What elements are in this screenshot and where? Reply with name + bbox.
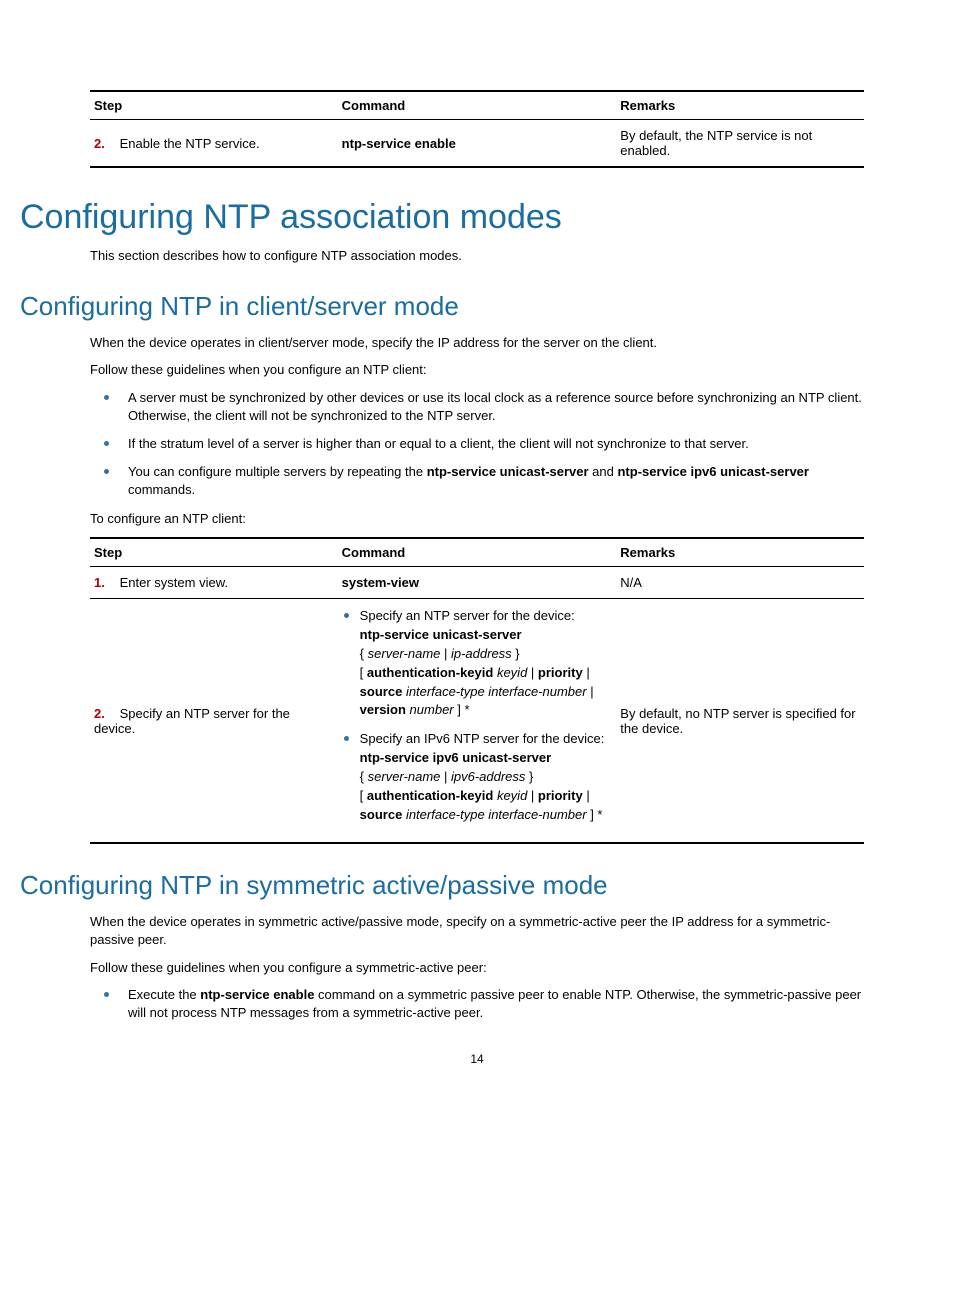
step-number: 2. (94, 136, 116, 151)
table-enable-ntp: Step Command Remarks 2. Enable the NTP s… (90, 90, 864, 168)
page-number: 14 (90, 1052, 864, 1066)
list-item: You can configure multiple servers by re… (90, 463, 864, 499)
cmd-text: system-view (342, 575, 419, 590)
heading-2: Configuring NTP in client/server mode (20, 291, 864, 322)
list-item: Specify an IPv6 NTP server for the devic… (342, 730, 613, 824)
table-ntp-client: Step Command Remarks 1. Enter system vie… (90, 537, 864, 844)
th-remarks: Remarks (616, 91, 864, 120)
page: Step Command Remarks 2. Enable the NTP s… (0, 0, 954, 1106)
paragraph: When the device operates in symmetric ac… (90, 913, 864, 948)
paragraph: Follow these guidelines when you configu… (90, 959, 864, 977)
list-item: Execute the ntp-service enable command o… (90, 986, 864, 1022)
remarks-text: N/A (616, 567, 864, 599)
paragraph: When the device operates in client/serve… (90, 334, 864, 352)
list-item: A server must be synchronized by other d… (90, 389, 864, 425)
paragraph: To configure an NTP client: (90, 510, 864, 528)
cmd-text: ntp-service enable (342, 136, 456, 151)
list-item: If the stratum level of a server is high… (90, 435, 864, 453)
bullet-list: Execute the ntp-service enable command o… (90, 986, 864, 1022)
step-text: Specify an NTP server for the device. (94, 706, 290, 736)
paragraph: This section describes how to configure … (90, 247, 864, 265)
remarks-text: By default, no NTP server is specified f… (616, 599, 864, 844)
step-number: 1. (94, 575, 116, 590)
cmd-cell: Specify an NTP server for the device: nt… (338, 599, 617, 844)
remarks-text: By default, the NTP service is not enabl… (616, 120, 864, 168)
th-command: Command (338, 91, 617, 120)
bullet-list: A server must be synchronized by other d… (90, 389, 864, 500)
list-item: Specify an NTP server for the device: nt… (342, 607, 613, 720)
step-number: 2. (94, 706, 116, 721)
th-step: Step (90, 91, 338, 120)
heading-1: Configuring NTP association modes (20, 198, 864, 237)
heading-2: Configuring NTP in symmetric active/pass… (20, 870, 864, 901)
th-remarks: Remarks (616, 538, 864, 567)
paragraph: Follow these guidelines when you configu… (90, 361, 864, 379)
th-command: Command (338, 538, 617, 567)
table-row: 1. Enter system view. system-view N/A (90, 567, 864, 599)
th-step: Step (90, 538, 338, 567)
step-text: Enter system view. (120, 575, 228, 590)
step-text: Enable the NTP service. (120, 136, 260, 151)
table-row: 2. Specify an NTP server for the device.… (90, 599, 864, 844)
table-row: 2. Enable the NTP service. ntp-service e… (90, 120, 864, 168)
